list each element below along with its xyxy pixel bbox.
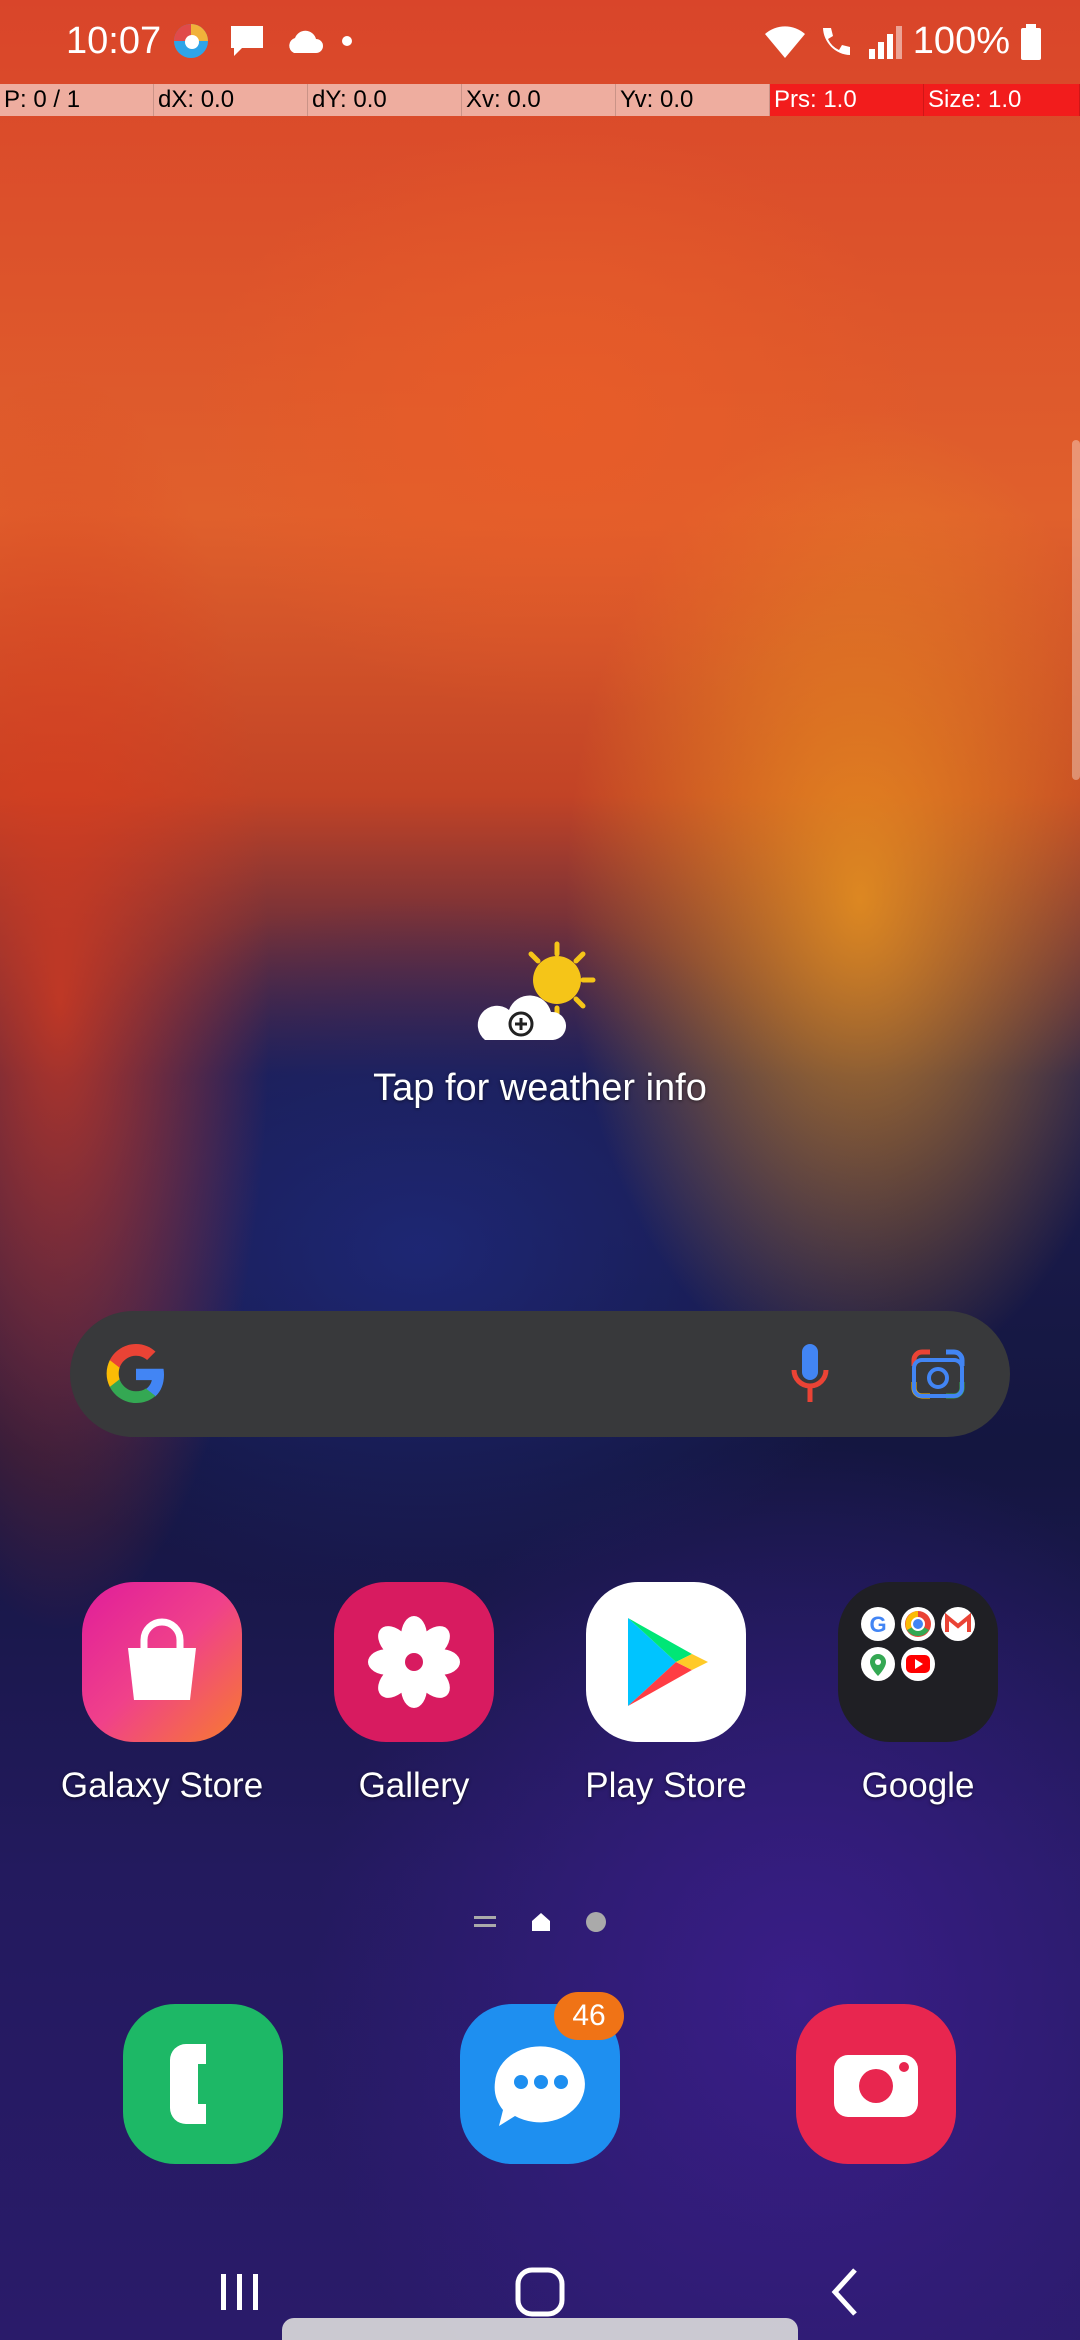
app-google-folder[interactable]: G Google — [798, 1582, 1038, 1806]
mic-icon[interactable] — [785, 1342, 835, 1406]
cloud-icon — [289, 30, 323, 53]
status-time: 10:07 — [66, 20, 162, 62]
home-icon — [515, 2267, 565, 2317]
page-indicator[interactable] — [0, 1911, 1080, 1933]
gesture-handle[interactable] — [282, 2318, 798, 2340]
dock-camera[interactable] — [756, 2004, 996, 2164]
wifi-icon — [764, 25, 805, 58]
app-label: Play Store — [585, 1766, 747, 1805]
google-folder-icon: G — [838, 1582, 998, 1742]
app-label: Gallery — [358, 1766, 470, 1805]
weather-widget[interactable]: Tap for weather info — [0, 940, 1080, 1110]
pointer-pressure: Prs: 1.0 — [770, 84, 924, 116]
unread-badge: 46 — [554, 1992, 624, 2040]
pointer-location-overlay: P: 0 / 1 dX: 0.0 dY: 0.0 Xv: 0.0 Yv: 0.0… — [0, 84, 1080, 116]
galaxy-store-icon — [82, 1582, 242, 1742]
back-icon — [831, 2268, 857, 2316]
more-notifications-dot — [342, 36, 352, 46]
sun-cloud-add-icon — [477, 941, 596, 1040]
gallery-flower-icon — [334, 1582, 494, 1742]
app-label: Galaxy Store — [60, 1766, 264, 1805]
phone-icon — [123, 2004, 283, 2164]
messages-icon: 46 — [460, 1992, 624, 2164]
pointer-dy: dY: 0.0 — [308, 84, 462, 116]
back-button[interactable] — [795, 2252, 895, 2332]
signal-icon — [868, 25, 902, 59]
svg-text:G: G — [869, 1612, 886, 1637]
dock-messages[interactable]: 46 — [420, 1992, 660, 2164]
edge-panel-handle[interactable] — [1072, 440, 1080, 780]
app-gallery[interactable]: Gallery — [294, 1582, 534, 1806]
home-page-icon — [532, 1913, 550, 1931]
battery-icon — [1021, 23, 1041, 60]
chat-icon — [231, 26, 263, 56]
play-store-icon — [586, 1582, 746, 1742]
app-galaxy-store[interactable]: Galaxy Store — [42, 1582, 282, 1806]
recent-apps-icon — [221, 2274, 258, 2310]
status-bar: 10:07 100% — [0, 0, 1080, 84]
recent-apps-button[interactable] — [190, 2252, 290, 2332]
pointer-size: Size: 1.0 — [924, 84, 1080, 116]
pointer-yv: Yv: 0.0 — [616, 84, 770, 116]
app-label: Google — [861, 1766, 975, 1805]
battery-percent: 100% — [912, 20, 1010, 62]
camera-icon — [796, 2004, 956, 2164]
google-search-bar[interactable] — [70, 1311, 1010, 1437]
page-dot — [586, 1912, 606, 1932]
weather-prompt: Tap for weather info — [373, 1067, 707, 1109]
notification-icons — [172, 22, 352, 60]
wifi-calling-icon — [822, 27, 850, 55]
status-right: 100% — [763, 20, 1042, 63]
pointer-dx: dX: 0.0 — [154, 84, 308, 116]
pointer-count: P: 0 / 1 — [0, 84, 154, 116]
google-lens-icon[interactable] — [908, 1344, 968, 1404]
pointer-xv: Xv: 0.0 — [462, 84, 616, 116]
dock-phone[interactable] — [83, 2004, 323, 2164]
menu-page-icon — [474, 1916, 496, 1927]
google-g-icon — [106, 1344, 164, 1403]
edge-browser-icon — [174, 24, 208, 58]
home-screen: 10:07 100% P: 0 / 1 dX: 0.0 dY: 0.0 Xv: … — [0, 0, 1080, 2340]
app-play-store[interactable]: Play Store — [546, 1582, 786, 1806]
